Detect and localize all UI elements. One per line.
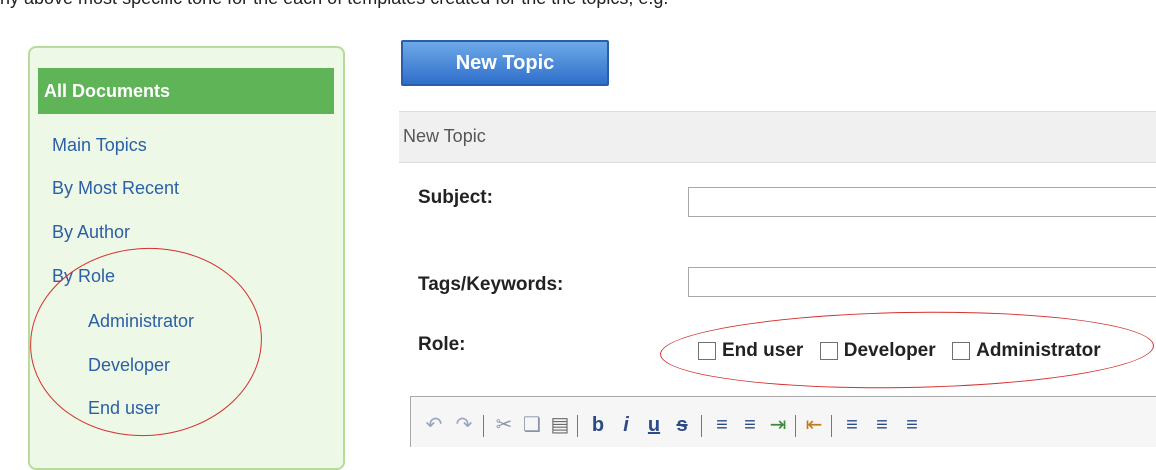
role-option-end-user[interactable]: End user	[698, 340, 803, 362]
toolbar-separator	[483, 415, 484, 437]
sidebar-item-main-topics[interactable]: Main Topics	[52, 134, 147, 156]
cut-off-document-text: ny above most specific tone for the each…	[0, 0, 1156, 14]
strikethrough-icon[interactable]: s	[671, 413, 693, 437]
end-user-checkbox[interactable]	[698, 342, 716, 360]
undo-icon[interactable]: ↶	[423, 413, 445, 437]
subject-label: Subject:	[418, 187, 493, 208]
italic-icon[interactable]: i	[615, 413, 637, 437]
editor-toolbar: ↶ ↷ ✂ ❏ ▤ b i u s ≡ ≡ ⇥ ⇤ ≡ ≡ ≡	[410, 396, 1156, 447]
align-left-icon[interactable]: ≡	[841, 413, 863, 437]
administrator-checkbox[interactable]	[952, 342, 971, 360]
copy-icon[interactable]: ❏	[521, 413, 543, 437]
role-checkbox-group: End user Developer Administrator	[698, 340, 1113, 366]
bullet-list-icon[interactable]: ≡	[739, 413, 761, 437]
bold-icon[interactable]: b	[587, 413, 609, 437]
tags-keywords-label: Tags/Keywords:	[418, 274, 564, 295]
sidebar-subitem-end-user[interactable]: End user	[88, 397, 160, 419]
align-center-icon[interactable]: ≡	[901, 413, 923, 437]
outdent-icon[interactable]: ⇤	[803, 413, 825, 437]
cut-icon[interactable]: ✂	[493, 413, 515, 437]
sidebar-subitem-developer[interactable]: Developer	[88, 354, 170, 376]
align-right-icon[interactable]: ≡	[871, 413, 893, 437]
underline-icon[interactable]: u	[643, 413, 665, 437]
sidebar-item-by-role[interactable]: By Role	[52, 265, 115, 287]
redo-icon[interactable]: ↷	[453, 413, 475, 437]
toolbar-separator	[795, 415, 796, 437]
end-user-checkbox-label: End user	[722, 340, 804, 361]
role-option-developer[interactable]: Developer	[819, 340, 936, 362]
new-topic-panel-header: New Topic	[399, 111, 1156, 163]
tags-keywords-input[interactable]	[688, 267, 1156, 297]
developer-checkbox[interactable]	[819, 342, 838, 360]
numbered-list-icon[interactable]: ≡	[711, 413, 733, 437]
panel-title: New Topic	[403, 126, 486, 146]
documents-sidebar: All Documents Main Topics By Most Recent…	[28, 46, 345, 470]
sidebar-item-by-author[interactable]: By Author	[52, 221, 130, 243]
sidebar-subitem-administrator[interactable]: Administrator	[88, 310, 194, 332]
administrator-checkbox-label: Administrator	[976, 340, 1101, 361]
new-topic-button[interactable]: New Topic	[401, 40, 609, 86]
role-label: Role:	[418, 334, 466, 355]
indent-icon[interactable]: ⇥	[767, 413, 789, 437]
paste-icon[interactable]: ▤	[549, 413, 571, 437]
toolbar-separator	[577, 415, 578, 437]
toolbar-separator	[701, 415, 702, 437]
toolbar-separator	[831, 415, 832, 437]
subject-input[interactable]	[688, 187, 1156, 217]
role-option-administrator[interactable]: Administrator	[952, 340, 1101, 362]
developer-checkbox-label: Developer	[843, 340, 936, 361]
sidebar-item-by-most-recent[interactable]: By Most Recent	[52, 177, 179, 199]
sidebar-header-all-documents[interactable]: All Documents	[38, 68, 334, 114]
